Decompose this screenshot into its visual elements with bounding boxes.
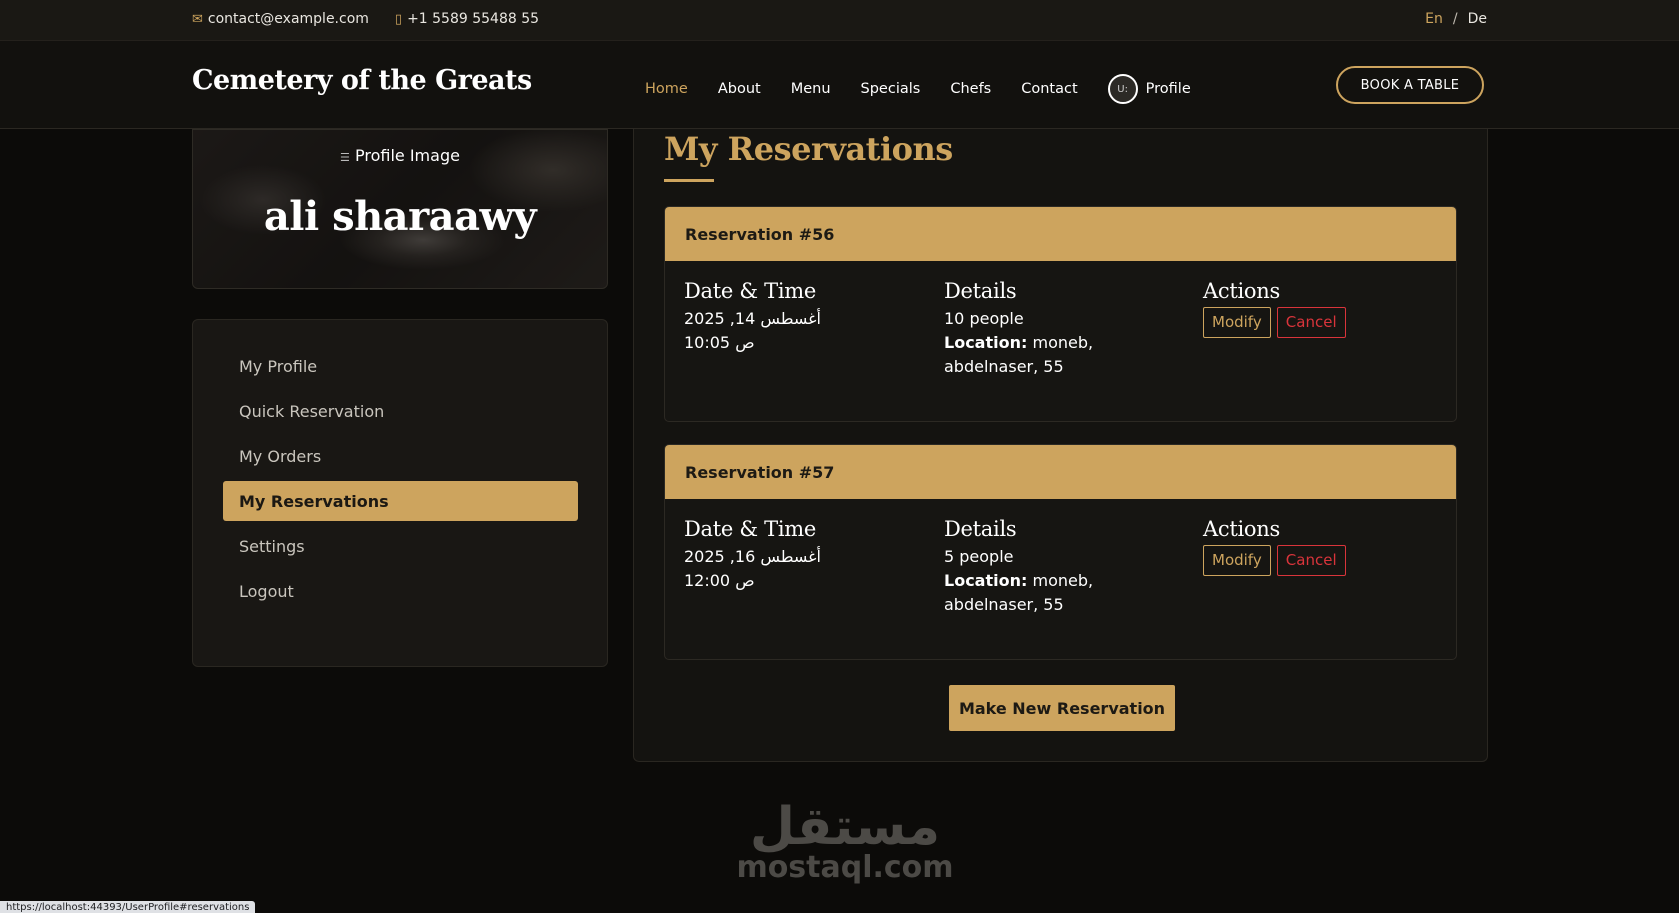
watermark-latin: mostaql.com: [736, 850, 954, 885]
page-title: My Reservations: [664, 130, 953, 168]
avatar: U:: [1107, 74, 1138, 104]
sidebar-item-my-reservations[interactable]: My Reservations: [223, 481, 578, 521]
avatar-alt-text: U:: [1117, 83, 1128, 95]
email-text: contact@example.com: [207, 11, 369, 27]
date-time-column: Date & Time 2025 ,16 أغسطس 12:00 ص: [684, 517, 821, 593]
sidebar-item-my-profile[interactable]: My Profile: [223, 346, 578, 386]
broken-image-icon: ☰: [340, 151, 350, 164]
date-time-heading: Date & Time: [684, 279, 817, 303]
actions-heading: Actions: [1203, 517, 1280, 541]
nav-profile[interactable]: U: Profile: [1107, 74, 1191, 104]
actions-heading: Actions: [1203, 279, 1280, 303]
location-label: Location:: [944, 333, 1028, 352]
reservation-date: 2025 ,16 أغسطس: [684, 547, 821, 566]
nav-specials[interactable]: Specials: [861, 81, 921, 97]
watermark-arabic: مستقل: [749, 797, 941, 857]
profile-sidebar: My Profile Quick Reservation My Orders M…: [192, 319, 608, 667]
phone-icon: ▯: [394, 11, 403, 27]
sidebar-item-logout[interactable]: Logout: [223, 571, 578, 611]
details-heading: Details: [944, 517, 1017, 541]
nav-profile-label: Profile: [1145, 81, 1191, 97]
profile-image: ☰ Profile Image: [193, 146, 607, 165]
location-value-2: abdelnaser, 55: [944, 595, 1064, 614]
email-item[interactable]: ✉ contact@example.com: [192, 11, 369, 27]
language-switcher: En / De: [1425, 11, 1487, 27]
reservation-card: Reservation #57 Date & Time 2025 ,16 أغس…: [664, 444, 1457, 660]
sidebar-item-quick-reservation[interactable]: Quick Reservation: [223, 391, 578, 431]
cancel-button[interactable]: Cancel: [1276, 307, 1346, 338]
reservations-panel: My Reservations Reservation #56 Date & T…: [633, 129, 1488, 762]
reservation-time: 12:00 ص: [684, 571, 755, 590]
date-time-column: Date & Time 2025 ,14 أغسطس 10:05 ص: [684, 279, 821, 355]
phone-item[interactable]: ▯ +1 5589 55488 55: [395, 11, 539, 27]
book-table-button[interactable]: BOOK A TABLE: [1336, 66, 1484, 104]
location-value-2: abdelnaser, 55: [944, 357, 1064, 376]
location-label: Location:: [944, 571, 1028, 590]
actions-column: Actions Modify Cancel: [1203, 279, 1347, 338]
details-column: Details 10 people Location: moneb, abdel…: [944, 279, 1093, 379]
envelope-icon: ✉: [192, 11, 203, 27]
nav-contact[interactable]: Contact: [1021, 81, 1077, 97]
make-new-reservation-button[interactable]: Make New Reservation: [949, 685, 1175, 731]
status-bar-url: https://localhost:44393/UserProfile#rese…: [0, 901, 256, 913]
modify-button[interactable]: Modify: [1203, 307, 1271, 338]
nav-chefs[interactable]: Chefs: [950, 81, 991, 97]
lang-de-link[interactable]: De: [1468, 11, 1487, 27]
nav-menu[interactable]: Menu: [791, 81, 831, 97]
reservation-people: 10 people: [944, 309, 1024, 328]
details-column: Details 5 people Location: moneb, abdeln…: [944, 517, 1093, 617]
lang-en-link[interactable]: En: [1425, 11, 1443, 27]
phone-text: +1 5589 55488 55: [407, 11, 540, 27]
main-nav: Home About Menu Specials Chefs Contact U…: [645, 74, 1191, 104]
nav-home[interactable]: Home: [645, 81, 688, 97]
reservation-time: 10:05 ص: [684, 333, 755, 352]
modify-button[interactable]: Modify: [1203, 545, 1271, 576]
reservation-people: 5 people: [944, 547, 1014, 566]
profile-hero: ☰ Profile Image ali sharaawy: [192, 129, 608, 289]
actions-column: Actions Modify Cancel: [1203, 517, 1347, 576]
details-heading: Details: [944, 279, 1017, 303]
user-name: ali sharaawy: [263, 193, 537, 240]
reservation-location-line: Location: moneb,: [944, 331, 1093, 355]
cancel-button[interactable]: Cancel: [1276, 545, 1346, 576]
reservation-header: Reservation #56: [665, 207, 1456, 261]
date-time-heading: Date & Time: [684, 517, 817, 541]
location-value-1: moneb,: [1032, 333, 1094, 352]
reservation-date: 2025 ,14 أغسطس: [684, 309, 821, 328]
nav-about[interactable]: About: [718, 81, 761, 97]
title-underline: [664, 179, 714, 182]
profile-image-alt: Profile Image: [355, 146, 460, 165]
contact-info: ✉ contact@example.com ▯ +1 5589 55488 55: [192, 11, 565, 27]
location-value-1: moneb,: [1032, 571, 1094, 590]
reservation-header: Reservation #57: [665, 445, 1456, 499]
lang-separator: /: [1452, 11, 1458, 27]
watermark: مستقل mostaql.com: [735, 797, 955, 883]
top-bar: ✉ contact@example.com ▯ +1 5589 55488 55…: [0, 0, 1679, 41]
sidebar-item-my-orders[interactable]: My Orders: [223, 436, 578, 476]
reservation-card: Reservation #56 Date & Time 2025 ,14 أغس…: [664, 206, 1457, 422]
sidebar-item-settings[interactable]: Settings: [223, 526, 578, 566]
site-header: Cemetery of the Greats Home About Menu S…: [0, 41, 1679, 129]
brand-logo[interactable]: Cemetery of the Greats: [192, 65, 532, 96]
reservation-location-line: Location: moneb,: [944, 569, 1093, 593]
